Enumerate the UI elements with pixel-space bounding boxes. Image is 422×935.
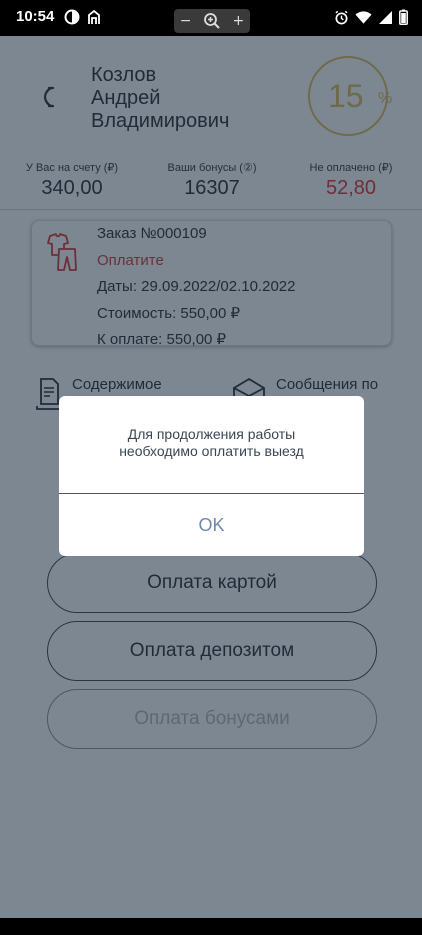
- zoom-in-button[interactable]: +: [232, 13, 244, 29]
- status-right-icons: [334, 9, 408, 25]
- order-cost: Стоимость: 550,00 ₽: [97, 304, 241, 322]
- user-last-name: Козлов: [91, 64, 157, 86]
- pay-deposit-button[interactable]: Оплата депозитом: [47, 621, 377, 681]
- bonus-stat: Ваши бонусы (②) 16307: [142, 161, 282, 200]
- zoom-control[interactable]: − +: [174, 9, 250, 33]
- header-divider: [0, 209, 422, 210]
- pay-bonus-button[interactable]: Оплата бонусами: [47, 689, 377, 749]
- unpaid-stat: Не оплачено (₽) 52,80: [281, 161, 421, 200]
- balance-label: У Вас на счету (₽): [25, 162, 119, 174]
- status-left-icons: [64, 9, 102, 25]
- wifi-icon: [355, 10, 372, 24]
- contents-label: Содержимое: [72, 376, 162, 393]
- data-saver-icon: [64, 9, 80, 25]
- zoom-icon: [204, 13, 220, 29]
- zoom-out-button[interactable]: −: [180, 13, 192, 29]
- battery-icon: [399, 9, 408, 25]
- messages-label: Сообщения по: [276, 376, 379, 393]
- balance-stat: У Вас на счету (₽) 340,00: [2, 161, 142, 200]
- pay-card-button[interactable]: Оплата картой: [47, 553, 377, 613]
- dialog-message: Для продолжения работы необходимо оплати…: [59, 426, 364, 460]
- order-to-pay: К оплате: 550,00 ₽: [97, 331, 227, 348]
- payment-required-dialog: Для продолжения работы необходимо оплати…: [59, 396, 364, 556]
- bonus-value: 16307: [184, 177, 240, 199]
- order-status: Оплатите: [97, 251, 164, 269]
- order-card[interactable]: Заказ №000109 Оплатите Даты: 29.09.2022/…: [31, 220, 392, 348]
- discount-percent: %: [378, 90, 393, 107]
- dialog-message-line1: Для продолжения работы: [127, 426, 296, 442]
- order-dates: Даты: 29.09.2022/02.10.2022: [97, 278, 296, 295]
- user-middle-name: Владимирович: [91, 110, 230, 132]
- order-details: Заказ №000109 Оплатите Даты: 29.09.2022/…: [97, 221, 295, 354]
- discount-value: 15: [328, 78, 364, 114]
- user-first-name: Андрей: [91, 87, 161, 109]
- unpaid-label: Не оплачено (₽): [309, 162, 393, 174]
- signal-icon: [379, 10, 392, 24]
- status-bar: 10:54 − +: [0, 0, 422, 36]
- balance-value: 340,00: [41, 177, 103, 199]
- user-name: Козлов Андрей Владимирович: [91, 64, 301, 133]
- alarm-icon: [335, 10, 348, 24]
- home-icon: [88, 9, 100, 24]
- status-time: 10:54: [16, 8, 55, 25]
- unpaid-value: 52,80: [325, 177, 377, 199]
- dialog-message-line2: необходимо оплатить выезд: [119, 443, 304, 459]
- dialog-ok-button[interactable]: OK: [59, 494, 364, 556]
- phone-icon[interactable]: [40, 86, 56, 108]
- bonus-label: Ваши бонусы (②): [167, 162, 257, 174]
- navigation-bar: [0, 918, 422, 935]
- clothes-icon: [47, 233, 77, 271]
- profile-header: Козлов Андрей Владимирович 15 % У Вас на…: [0, 36, 422, 211]
- order-number: Заказ №000109: [97, 225, 207, 242]
